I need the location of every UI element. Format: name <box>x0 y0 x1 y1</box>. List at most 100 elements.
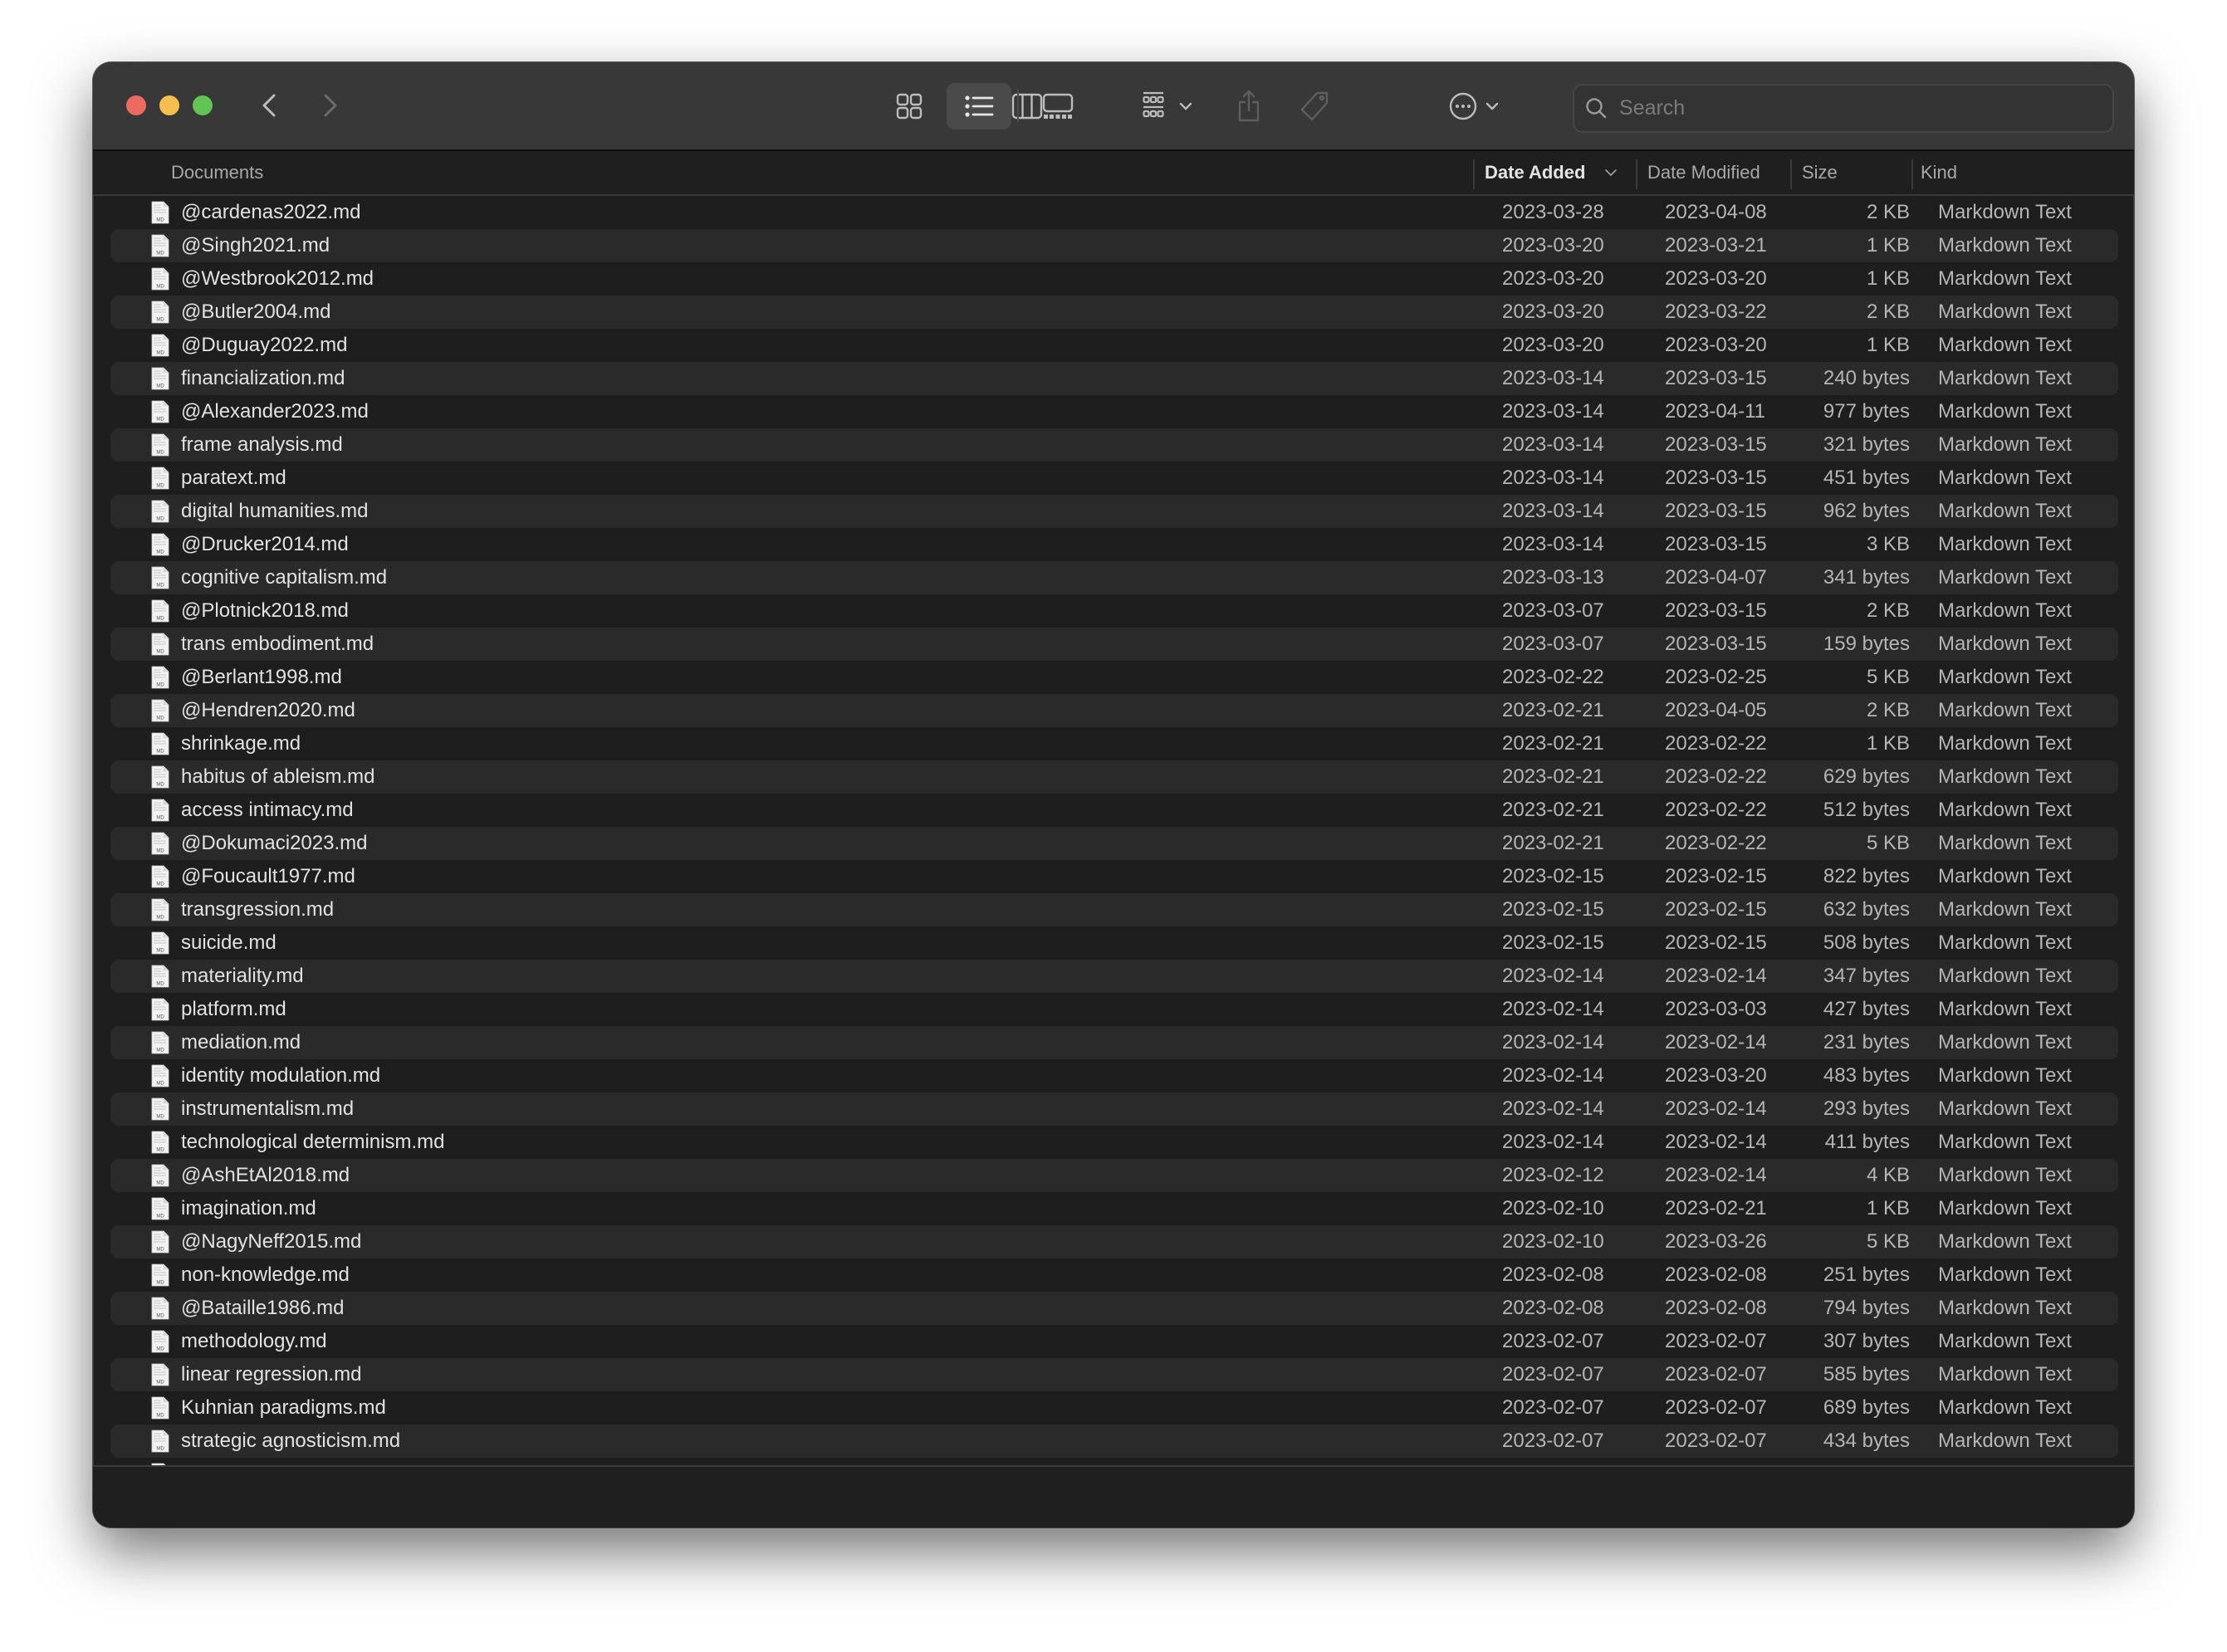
file-row[interactable]: MD habitus of ableism.md 2023-02-21 2023-02… <box>110 760 2118 794</box>
date-modified: 2023-03-03 <box>1665 998 1767 1020</box>
file-row[interactable]: MD paratext.md 2023-03-14 2023-03-15 451 byt… <box>110 462 2118 495</box>
file-row[interactable]: MD strategic agnosticism.md 2023-02-07 2023… <box>110 1425 2118 1458</box>
date-added: 2023-03-14 <box>1502 500 1604 522</box>
file-row[interactable]: MD suicide.md 2023-02-15 2023-02-15 508 byte… <box>110 926 2118 960</box>
file-size: 231 bytes <box>1823 1031 1910 1053</box>
file-name: @Plotnick2018.md <box>181 599 349 622</box>
markdown-file-icon: MD <box>151 1164 169 1187</box>
gallery-view-button[interactable] <box>1031 83 1084 130</box>
close-button[interactable] <box>126 95 146 115</box>
file-row[interactable]: MD cognitive capitalism.md 2023-03-13 2023-… <box>110 561 2118 594</box>
file-row[interactable]: MD @Hendren2020.md 2023-02-21 2023-04-05 2 K… <box>110 694 2118 727</box>
forward-button[interactable] <box>313 89 346 122</box>
file-row[interactable]: MD trans embodiment.md 2023-03-07 2023-03-1… <box>110 628 2118 661</box>
file-name: mediation.md <box>181 1031 301 1053</box>
file-size: 822 bytes <box>1823 865 1910 887</box>
file-row[interactable]: MD @Dokumaci2023.md 2023-02-21 2023-02-22 5 … <box>110 827 2118 860</box>
file-list: MD @cardenas2022.md 2023-03-28 2023-04-08 2 … <box>93 196 2134 1465</box>
zoom-button[interactable] <box>193 95 213 115</box>
file-row[interactable]: MD instrumentalism.md 2023-02-14 2023-02-14… <box>110 1092 2118 1126</box>
file-row[interactable]: MDsignal definition.md2023-02-072023-02-… <box>110 1458 2118 1465</box>
column-divider[interactable] <box>1911 159 1913 189</box>
date-modified: 2023-02-14 <box>1665 1131 1767 1153</box>
date-added: 2023-02-08 <box>1502 1297 1604 1319</box>
back-button[interactable] <box>253 89 286 122</box>
search-field[interactable] <box>1573 84 2114 133</box>
search-input[interactable] <box>1618 95 2086 121</box>
date-modified: 2023-04-07 <box>1665 566 1767 589</box>
file-row[interactable]: MD financialization.md 2023-03-14 2023-03-1… <box>110 362 2118 395</box>
file-size: 1 KB <box>1866 1197 1910 1219</box>
column-divider[interactable] <box>1473 159 1475 189</box>
more-actions-button[interactable] <box>1440 83 1508 130</box>
svg-text:MD: MD <box>156 1048 164 1053</box>
file-name: technological determinism.md <box>181 1131 445 1153</box>
date-added: 2023-03-28 <box>1502 201 1604 223</box>
column-header-name[interactable]: Documents <box>171 151 263 194</box>
file-row[interactable]: MD mediation.md 2023-02-14 2023-02-14 231 by… <box>110 1026 2118 1059</box>
file-kind: Markdown Text <box>1938 1064 2072 1087</box>
column-header-date-modified[interactable]: Date Modified <box>1647 151 1760 194</box>
column-divider[interactable] <box>1790 159 1792 189</box>
file-row[interactable]: MD @Drucker2014.md 2023-03-14 2023-03-15 3 K… <box>110 528 2118 561</box>
file-size: 321 bytes <box>1823 433 1910 456</box>
file-size: 2 KB <box>1866 699 1910 721</box>
file-row[interactable]: MD @NagyNeff2015.md 2023-02-10 2023-03-26 5 … <box>110 1225 2118 1259</box>
file-row[interactable]: MD @Bataille1986.md 2023-02-08 2023-02-08 79… <box>110 1292 2118 1325</box>
file-size: 585 bytes <box>1823 1363 1910 1386</box>
file-kind: Markdown Text <box>1938 1131 2072 1153</box>
markdown-file-icon: MD <box>151 732 169 755</box>
svg-text:MD: MD <box>156 318 164 323</box>
file-row[interactable]: MD @Berlant1998.md 2023-02-22 2023-02-25 5 K… <box>110 661 2118 694</box>
file-name: transgression.md <box>181 898 335 921</box>
column-header-date-added[interactable]: Date Added <box>1485 151 1618 194</box>
date-added: 2023-03-20 <box>1502 234 1604 257</box>
file-row[interactable]: MD @Plotnick2018.md 2023-03-07 2023-03-15 2 … <box>110 594 2118 628</box>
file-row[interactable]: MD @Butler2004.md 2023-03-20 2023-03-22 2 KB… <box>110 296 2118 329</box>
file-row[interactable]: MD @AshEtAl2018.md 2023-02-12 2023-02-14 4 K… <box>110 1159 2118 1192</box>
file-row[interactable]: MD platform.md 2023-02-14 2023-03-03 427 byt… <box>110 993 2118 1026</box>
date-added: 2023-03-14 <box>1502 533 1604 555</box>
file-row[interactable]: MD non-knowledge.md 2023-02-08 2023-02-08 25… <box>110 1259 2118 1292</box>
date-modified: 2023-02-14 <box>1665 1097 1767 1120</box>
file-row[interactable]: MD access intimacy.md 2023-02-21 2023-02-22… <box>110 794 2118 827</box>
file-name: @Hendren2020.md <box>181 699 355 721</box>
date-added: 2023-02-10 <box>1502 1230 1604 1253</box>
file-row[interactable]: MD @cardenas2022.md 2023-03-28 2023-04-08 2 … <box>110 196 2118 229</box>
date-modified: 2023-02-07 <box>1665 1458 1767 1465</box>
column-header-kind[interactable]: Kind <box>1921 151 1957 194</box>
file-row[interactable]: MD shrinkage.md 2023-02-21 2023-02-22 1 KB Ma… <box>110 727 2118 760</box>
file-row[interactable]: MD identity modulation.md 2023-02-14 2023-0… <box>110 1059 2118 1092</box>
list-view-button[interactable] <box>947 83 1011 130</box>
file-row[interactable]: MD @Foucault1977.md 2023-02-15 2023-02-15 82… <box>110 860 2118 893</box>
date-added: 2023-02-07 <box>1502 1330 1604 1352</box>
file-row[interactable]: MD digital humanities.md 2023-03-14 2023-03… <box>110 495 2118 528</box>
file-row[interactable]: MD technological determinism.md 2023-02-14… <box>110 1126 2118 1159</box>
column-header-size[interactable]: Size <box>1802 151 1838 194</box>
chevron-right-icon <box>324 94 337 117</box>
svg-text:MD: MD <box>156 849 164 854</box>
file-row[interactable]: MD linear regression.md 2023-02-07 2023-02-… <box>110 1358 2118 1391</box>
file-row[interactable]: MD materiality.md 2023-02-14 2023-02-14 347 … <box>110 960 2118 993</box>
file-row[interactable]: MD Kuhnian paradigms.md 2023-02-07 2023-02-… <box>110 1391 2118 1425</box>
file-row[interactable]: MD @Westbrook2012.md 2023-03-20 2023-03-20 1… <box>110 262 2118 296</box>
minimize-button[interactable] <box>159 95 179 115</box>
file-row[interactable]: MD imagination.md 2023-02-10 2023-02-21 1 KB… <box>110 1192 2118 1225</box>
file-size: 341 bytes <box>1823 566 1910 589</box>
file-row[interactable]: MD transgression.md 2023-02-15 2023-02-15 63… <box>110 893 2118 926</box>
file-row[interactable]: MD @Alexander2023.md 2023-03-14 2023-04-11 9… <box>110 395 2118 428</box>
sort-descending-icon <box>1605 169 1618 177</box>
file-row[interactable]: MD @Duguay2022.md 2023-03-20 2023-03-20 1 KB… <box>110 329 2118 362</box>
file-row[interactable]: MD @Singh2021.md 2023-03-20 2023-03-21 1 KB M… <box>110 229 2118 262</box>
file-row[interactable]: MD frame analysis.md 2023-03-14 2023-03-15 3… <box>110 428 2118 462</box>
file-kind: Markdown Text <box>1938 965 2072 987</box>
date-modified: 2023-03-15 <box>1665 467 1767 489</box>
icon-view-button[interactable] <box>888 83 930 130</box>
file-name: @Berlant1998.md <box>181 666 342 688</box>
tag-button[interactable] <box>1295 83 1334 130</box>
column-divider[interactable] <box>1636 159 1637 189</box>
group-by-button[interactable] <box>1129 83 1204 130</box>
share-button[interactable] <box>1231 83 1267 130</box>
svg-text:MD: MD <box>156 484 164 489</box>
file-row[interactable]: MD methodology.md 2023-02-07 2023-02-07 307 … <box>110 1325 2118 1358</box>
